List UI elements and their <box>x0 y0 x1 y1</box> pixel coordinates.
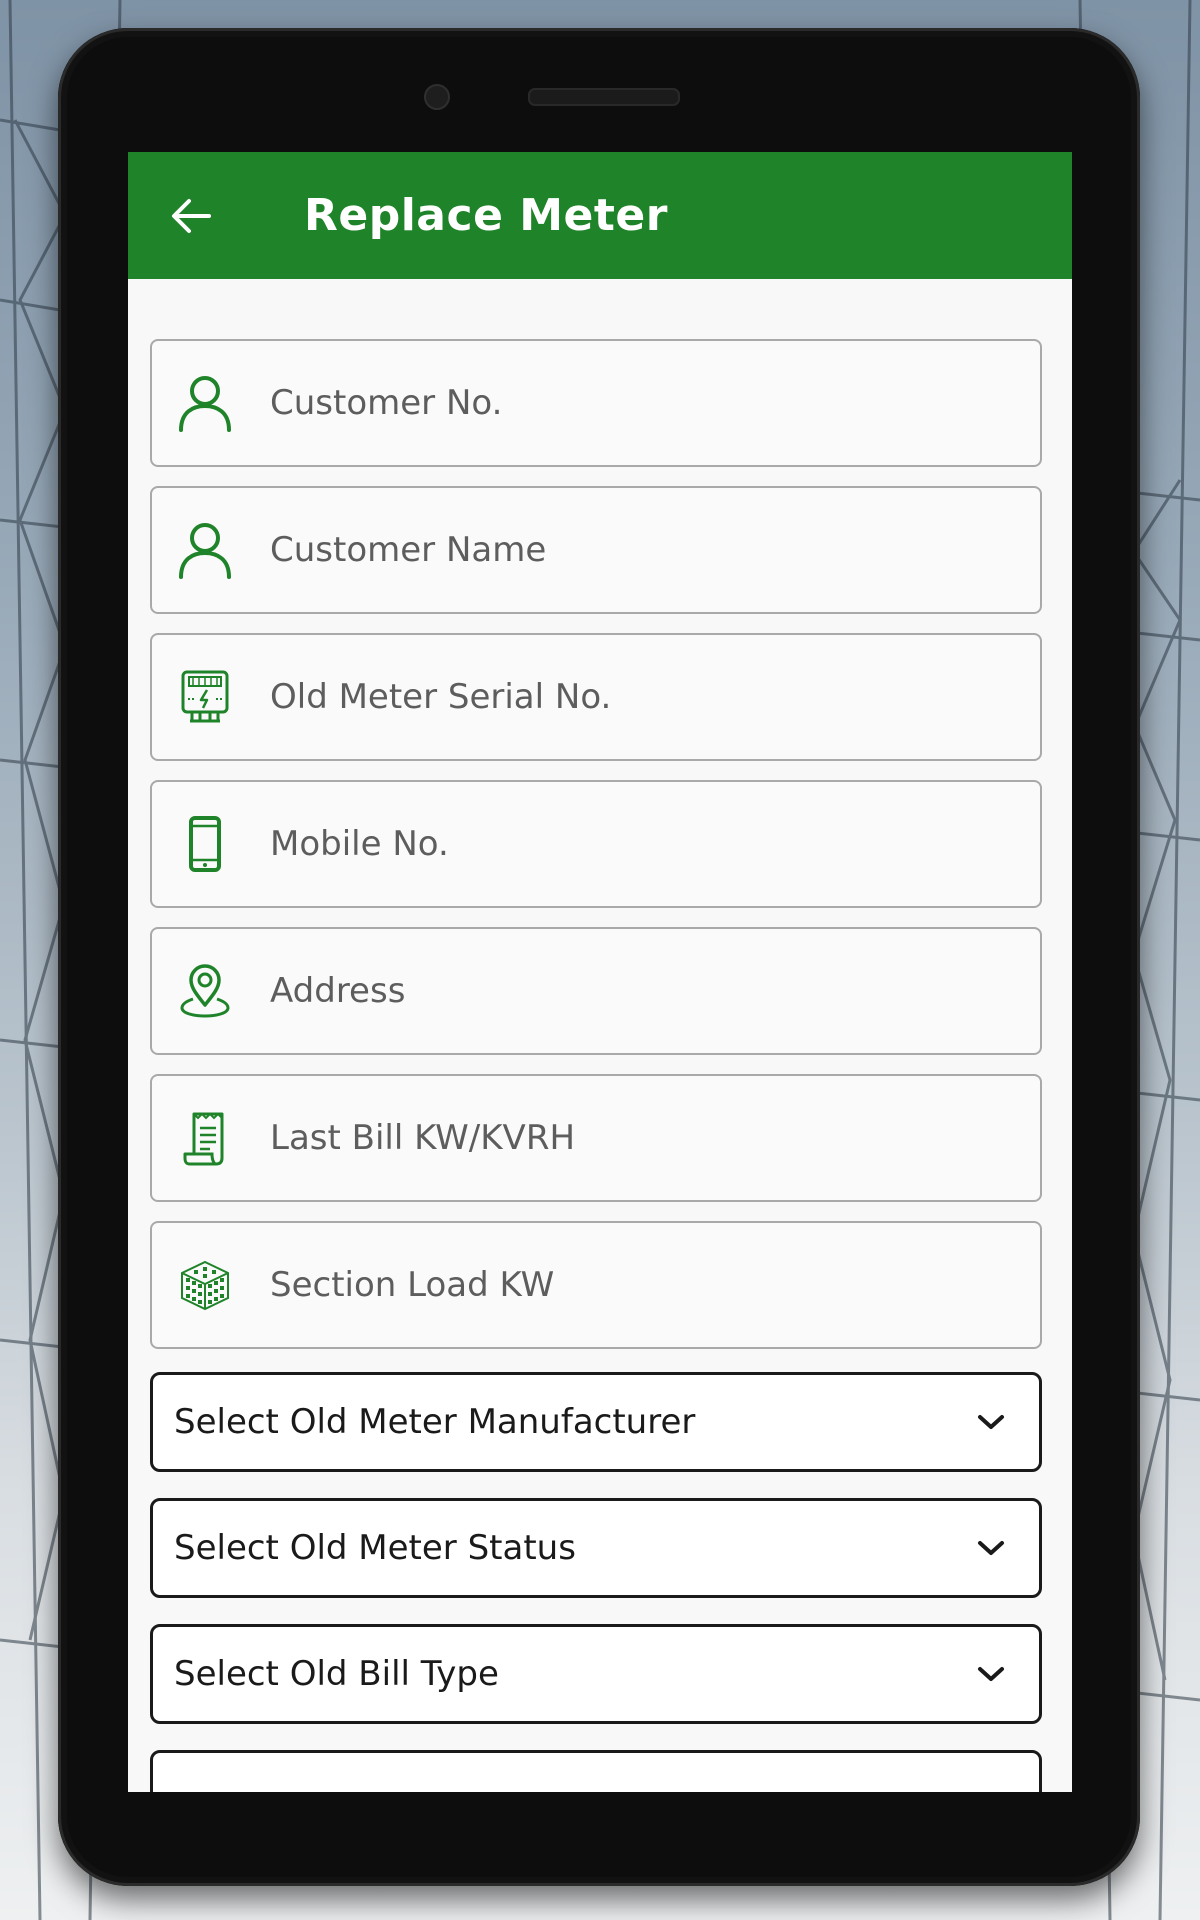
address-field[interactable]: Address <box>150 927 1042 1055</box>
app-screen: Replace Meter Customer No. Customer Name <box>128 152 1072 1792</box>
old-meter-serial-field[interactable]: Old Meter Serial No. <box>150 633 1042 761</box>
back-button[interactable] <box>152 177 230 255</box>
customer-name-placeholder: Customer Name <box>270 530 547 570</box>
section-load-field[interactable]: Section Load KW <box>150 1221 1042 1349</box>
chevron-down-icon <box>971 1528 1011 1568</box>
earpiece-speaker <box>528 88 680 106</box>
tablet-frame: Replace Meter Customer No. Customer Name <box>58 28 1140 1886</box>
chevron-down-icon <box>971 1402 1011 1442</box>
user-icon <box>176 521 234 579</box>
grid-cube-icon <box>176 1256 234 1314</box>
customer-name-field[interactable]: Customer Name <box>150 486 1042 614</box>
chevron-down-icon <box>971 1654 1011 1694</box>
app-bar: Replace Meter <box>128 152 1072 279</box>
meter-icon <box>176 668 234 726</box>
last-bill-field[interactable]: Last Bill KW/KVRH <box>150 1074 1042 1202</box>
old-meter-manufacturer-label: Select Old Meter Manufacturer <box>174 1402 696 1442</box>
old-meter-manufacturer-dropdown[interactable]: Select Old Meter Manufacturer <box>150 1372 1042 1472</box>
user-icon <box>176 374 234 432</box>
address-placeholder: Address <box>270 971 406 1011</box>
old-meter-status-label: Select Old Meter Status <box>174 1528 576 1568</box>
mobile-no-field[interactable]: Mobile No. <box>150 780 1042 908</box>
arrow-left-icon <box>172 198 211 233</box>
old-meter-status-dropdown[interactable]: Select Old Meter Status <box>150 1498 1042 1598</box>
location-pin-icon <box>176 962 234 1020</box>
old-bill-type-dropdown[interactable]: Select Old Bill Type <box>150 1624 1042 1724</box>
page-title: Replace Meter <box>304 190 668 241</box>
section-load-placeholder: Section Load KW <box>270 1265 555 1305</box>
mobile-no-placeholder: Mobile No. <box>270 824 449 864</box>
receipt-icon <box>176 1109 234 1167</box>
old-meter-serial-placeholder: Old Meter Serial No. <box>270 677 612 717</box>
front-camera <box>424 84 450 110</box>
mobile-phone-icon <box>176 815 234 873</box>
customer-no-field[interactable]: Customer No. <box>150 339 1042 467</box>
customer-no-placeholder: Customer No. <box>270 383 503 423</box>
old-bill-type-label: Select Old Bill Type <box>174 1654 499 1694</box>
next-dropdown-partial[interactable] <box>150 1750 1042 1792</box>
last-bill-placeholder: Last Bill KW/KVRH <box>270 1118 576 1158</box>
